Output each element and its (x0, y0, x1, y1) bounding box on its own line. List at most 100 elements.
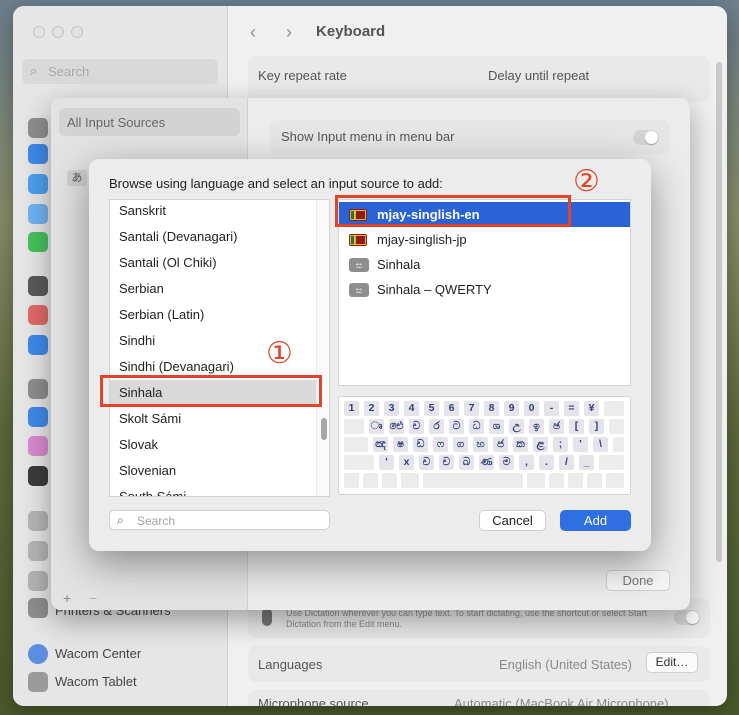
keyboard-key: 1 (344, 401, 359, 416)
dialog-prompt: Browse using language and select an inpu… (109, 176, 443, 191)
keyboard-key: . (539, 455, 554, 470)
dictation-toggle[interactable] (674, 610, 700, 625)
keyboard-key: 5 (424, 401, 439, 416)
delay-repeat-label: Delay until repeat (488, 68, 590, 83)
keyboard-key: ඓ (389, 419, 404, 434)
keyboard-key: - (544, 401, 559, 416)
add-source-button[interactable]: + (63, 590, 71, 606)
keyboard-key: _ (579, 455, 594, 470)
keyboard-key: \ (593, 437, 608, 452)
keyboard-key (344, 419, 364, 434)
keyboard-key: ෘ (369, 419, 384, 434)
sidebar-icon[interactable] (28, 511, 48, 531)
sidebar-icon[interactable] (28, 436, 48, 456)
scrollbar-thumb[interactable] (321, 418, 327, 440)
annotation-step-1: ① (266, 336, 293, 371)
sidebar-item-wacom-tablet[interactable]: Wacom Tablet (55, 674, 137, 689)
keyboard-preview: 1 2 3 4 5 6 7 8 9 0 - = ¥ ෘ ඓ ච ර ට ධ ශ … (338, 396, 631, 495)
keyboard-key: හ (473, 437, 488, 452)
remove-source-button[interactable]: − (89, 590, 97, 606)
language-item[interactable]: Serbian (110, 276, 316, 302)
language-item[interactable]: Serbian (Latin) (110, 302, 316, 328)
keyboard-key: ච (419, 455, 434, 470)
keyboard-key: ඤ (373, 437, 388, 452)
cancel-button[interactable]: Cancel (479, 510, 546, 531)
languages-label: Languages (258, 657, 323, 672)
input-source-item[interactable]: ස Sinhala (339, 252, 630, 277)
input-source-label: Sinhala – QWERTY (377, 282, 492, 297)
keyboard-key (609, 419, 624, 434)
wacom-tablet-icon (28, 672, 48, 692)
keyboard-key (344, 455, 374, 470)
language-item[interactable]: Skolt Sámi (110, 406, 316, 432)
input-source-list: mjay-singlish-en mjay-singlish-jp ස Sinh… (338, 199, 631, 386)
languages-value: English (United States) (499, 657, 632, 672)
sidebar-icon[interactable] (28, 305, 48, 325)
sidebar-icon[interactable] (28, 335, 48, 355)
all-input-sources-item[interactable]: All Input Sources (59, 108, 240, 136)
sidebar-icon[interactable] (28, 571, 48, 591)
sidebar-icon[interactable] (28, 379, 48, 399)
minimize-window-button[interactable] (52, 26, 64, 38)
keyboard-key: ච (439, 455, 454, 470)
sidebar-icon[interactable] (28, 144, 48, 164)
annotation-box-mjay-singlish-en (335, 195, 571, 227)
sidebar-icon[interactable] (28, 276, 48, 296)
sidebar-icon[interactable] (28, 204, 48, 224)
language-item[interactable]: Slovak (110, 432, 316, 458)
language-item[interactable]: Sanskrit (110, 200, 316, 224)
keyboard-key: ඉ (529, 419, 544, 434)
sidebar-icon[interactable] (28, 466, 48, 486)
keyboard-key (382, 473, 397, 488)
page-title: Keyboard (316, 23, 386, 40)
main-scrollbar[interactable] (716, 62, 722, 562)
languages-edit-button[interactable]: Edit… (646, 652, 698, 673)
sidebar-icon[interactable] (28, 174, 48, 194)
input-source-label: Sinhala (377, 257, 421, 272)
close-window-button[interactable] (33, 26, 45, 38)
keyboard-key: = (564, 401, 579, 416)
keyboard-key (344, 473, 359, 488)
sinhala-script-icon: ස (349, 283, 369, 297)
back-icon[interactable]: ‹ (250, 22, 256, 43)
sidebar-item-wacom-center[interactable]: Wacom Center (55, 646, 141, 661)
keyboard-key: ළ (533, 437, 548, 452)
sidebar-search-field[interactable]: ⌕ Search (22, 59, 218, 84)
sidebar-icon[interactable] (28, 541, 48, 561)
language-item[interactable]: Slovenian (110, 458, 316, 484)
keyboard-key (613, 437, 624, 452)
microphone-value[interactable]: Automatic (MacBook Air Microphone) (454, 696, 669, 706)
keyboard-key: 3 (384, 401, 399, 416)
language-search-field[interactable]: ⌕ Search (109, 510, 330, 530)
input-source-item[interactable]: mjay-singlish-jp (339, 227, 630, 252)
zoom-window-button[interactable] (71, 26, 83, 38)
keyboard-key: ණ (479, 455, 494, 470)
wacom-center-icon (28, 644, 48, 664)
keyboard-key (604, 401, 624, 416)
sidebar-icon[interactable] (28, 232, 48, 252)
forward-icon[interactable]: › (286, 22, 292, 43)
language-list-scrollbar[interactable] (316, 200, 329, 496)
input-source-item[interactable]: ස Sinhala – QWERTY (339, 277, 630, 302)
sidebar-icon[interactable] (28, 407, 48, 427)
keyboard-key: ඡ (549, 419, 564, 434)
keyboard-key: [ (569, 419, 584, 434)
keyboard-key: ශ (489, 419, 504, 434)
sidebar-icon[interactable] (28, 118, 48, 138)
keyboard-key: x (399, 455, 414, 470)
language-item[interactable]: Santali (Devanagari) (110, 224, 316, 250)
show-input-menu-toggle[interactable] (633, 130, 659, 145)
keyboard-key: 9 (504, 401, 519, 416)
keyboard-key (527, 473, 545, 488)
language-item[interactable]: South Sámi (110, 484, 316, 496)
keyboard-key (599, 455, 624, 470)
add-button[interactable]: Add (560, 510, 631, 531)
japanese-input-icon: あ (67, 170, 87, 186)
keyboard-key: ජ (493, 437, 508, 452)
keyboard-key: 0 (524, 401, 539, 416)
keyboard-key: ඩ (413, 437, 428, 452)
language-item[interactable]: Santali (Ol Chiki) (110, 250, 316, 276)
show-input-menu-row: Show Input menu in menu bar (270, 120, 670, 154)
keyboard-key: බ (459, 455, 474, 470)
done-button[interactable]: Done (606, 570, 670, 591)
